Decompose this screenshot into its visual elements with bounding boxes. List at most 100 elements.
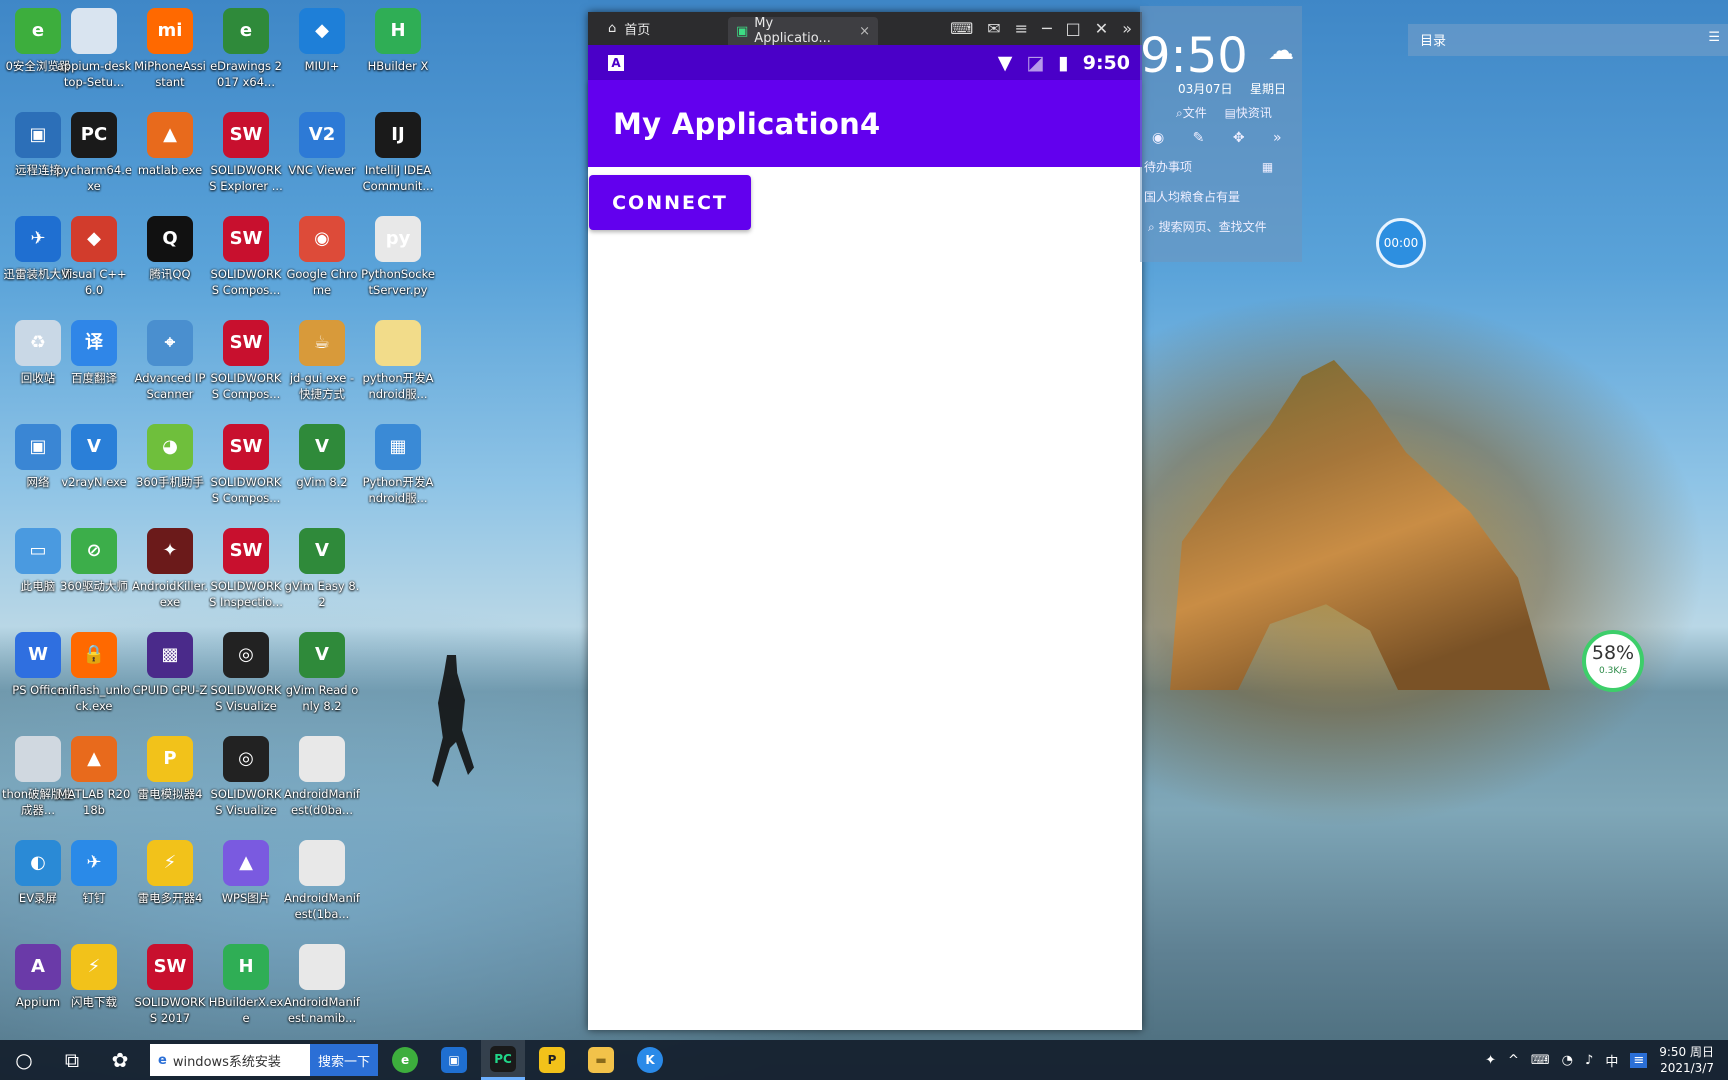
mail-icon[interactable]: ✉	[987, 19, 1000, 38]
network-icon[interactable]: ◔	[1562, 1053, 1573, 1068]
connect-button[interactable]: CONNECT	[589, 175, 751, 230]
input-method-icon[interactable]: ≡	[1630, 1052, 1648, 1068]
close-tab-icon[interactable]: ×	[859, 24, 870, 39]
edit-icon[interactable]: ✎	[1193, 130, 1205, 146]
catalog-panel[interactable]: 目录 ☰	[1408, 24, 1728, 56]
tray-clock[interactable]: 9:50 周日 2021/3/7	[1659, 1044, 1714, 1076]
desktop-icon[interactable]: H HBuilderX.exe	[208, 942, 284, 1036]
widget-search[interactable]: ⌕ 搜索网页、查找文件	[1148, 218, 1267, 235]
desktop-icon-label: Advanced IP Scanner	[134, 371, 206, 401]
language-indicator[interactable]: 中	[1605, 1051, 1618, 1070]
desktop-icon[interactable]: ◎ SOLIDWORKS Visualize ...	[208, 734, 284, 828]
desktop-icon-label: 钉钉	[82, 891, 106, 905]
desktop-icon[interactable]: SW SOLIDWORKS Compos...	[208, 422, 284, 516]
widget-news-item[interactable]: 国人均粮食占有量	[1144, 188, 1240, 205]
desktop-icon[interactable]: ◉ Google Chrome	[284, 214, 360, 308]
desktop-icon[interactable]: ◆ Visual C++ 6.0	[56, 214, 132, 308]
desktop-icon[interactable]: VgVim Easy 8.2	[284, 526, 360, 620]
taskbar-search-button[interactable]: 搜索一下	[310, 1044, 379, 1076]
desktop-icon[interactable]: AndroidManifest(1ba...	[284, 838, 360, 932]
widget-files-link[interactable]: ⌕文件 ▤快资讯	[1176, 104, 1272, 121]
desktop-icon[interactable]: VgVim Read only 8.2	[284, 630, 360, 724]
taskbar-360-browser[interactable]: e	[383, 1040, 427, 1080]
desktop-app-icon: e	[15, 8, 61, 54]
desktop-icon[interactable]: SW SOLIDWORKS Compos...	[208, 214, 284, 308]
desktop-icon[interactable]: 译百度翻译	[56, 318, 132, 412]
tab-my-application[interactable]: ▣ My Applicatio... ×	[728, 16, 878, 46]
tray-app-icon[interactable]: ✦	[1485, 1053, 1496, 1068]
desktop-icon[interactable]: ☕ jd-gui.exe - 快捷方式	[284, 318, 360, 412]
desktop-icon[interactable]: V2 VNC Viewer	[284, 110, 360, 204]
desktop-icon[interactable]: ✦ AndroidKiller.exe	[132, 526, 208, 620]
taskbar-k-app[interactable]: K	[628, 1040, 672, 1080]
desktop-icon[interactable]: ◎ SOLIDWORKS Visualize ...	[208, 630, 284, 724]
desktop-icon[interactable]: ⊘ 360驱动大师	[56, 526, 132, 620]
desktop-app-icon: 🔒	[71, 632, 117, 678]
desktop-icon-label: Python开发Android服...	[362, 475, 434, 505]
desktop-icon[interactable]: Vv2rayN.exe	[56, 422, 132, 516]
desktop-icon-label: eDrawings 2017 x64...	[210, 59, 282, 89]
desktop-icon[interactable]: ⚡ 闪电下载	[56, 942, 132, 1036]
desktop-app-icon: V	[299, 528, 345, 574]
taskbar-app-blue[interactable]: ▣	[432, 1040, 476, 1080]
desktop-icon[interactable]: ⚡ 雷电多开器4	[132, 838, 208, 932]
desktop-icon[interactable]: mi MiPhoneAssistant	[132, 6, 208, 100]
menu-icon[interactable]: ≡	[1015, 19, 1028, 38]
minimize-icon[interactable]: ─	[1042, 19, 1052, 38]
desktop-icon[interactable]: SW SOLIDWORKS Inspectio...	[208, 526, 284, 620]
desktop-icon[interactable]: P 雷电模拟器4	[132, 734, 208, 828]
taskbar-pycharm[interactable]: PC	[481, 1040, 526, 1080]
desktop-icon[interactable]: appium-desktop-Setu...	[56, 6, 132, 100]
desktop-icon[interactable]: 🔒 miflash_unlock.exe	[56, 630, 132, 724]
desktop-app-icon: ▲	[147, 112, 193, 158]
desktop-icon[interactable]: Q 腾讯QQ	[132, 214, 208, 308]
chevron-right-icon[interactable]: »	[1273, 130, 1282, 146]
expand-sidebar-icon[interactable]: »	[1122, 19, 1132, 38]
chevron-up-icon[interactable]: ^	[1508, 1053, 1519, 1068]
timer-widget[interactable]: 00:00	[1376, 218, 1426, 268]
start-search-icon[interactable]: ○	[0, 1040, 48, 1080]
volume-icon[interactable]: ♪	[1585, 1053, 1593, 1068]
desktop-icon[interactable]: ▲ MATLAB R2018b	[56, 734, 132, 828]
gamepad-icon[interactable]: ⌨	[950, 19, 973, 38]
desktop-icon-label: appium-desktop-Setu...	[56, 59, 132, 89]
desktop-icon[interactable]: SW SOLIDWORKS Compos...	[208, 318, 284, 412]
desktop-icon[interactable]: ◆ MIUI+	[284, 6, 360, 100]
close-icon[interactable]: ✕	[1095, 19, 1108, 38]
desktop-icon[interactable]: python开发Android服...	[360, 318, 436, 412]
desktop-icon[interactable]: AndroidManifest(d0ba...	[284, 734, 360, 828]
tab-home[interactable]: ⌂ 首页	[588, 12, 728, 45]
desktop-app-icon: ◎	[223, 736, 269, 782]
home-icon: ⌂	[608, 21, 617, 36]
desktop-icon[interactable]: ▩ CPUID CPU-Z	[132, 630, 208, 724]
desktop-icon[interactable]: PC pycharm64.exe	[56, 110, 132, 204]
move-icon[interactable]: ✥	[1233, 130, 1245, 146]
list-icon[interactable]: ☰	[1708, 30, 1720, 45]
desktop-icon[interactable]: SW SOLIDWORKS 2017	[132, 942, 208, 1036]
task-view-icon[interactable]: ⧉	[48, 1040, 96, 1080]
eye-icon[interactable]: ◉	[1152, 130, 1164, 146]
app-title: My Application4	[613, 106, 881, 141]
desktop-icon[interactable]: AndroidManifest.namib...	[284, 942, 360, 1036]
desktop-icon[interactable]: H HBuilder X	[360, 6, 436, 100]
taskbar-file-explorer[interactable]: ▬	[579, 1040, 623, 1080]
desktop-icon[interactable]: VgVim 8.2	[284, 422, 360, 516]
desktop-icon[interactable]: ⌖ Advanced IP Scanner	[132, 318, 208, 412]
widget-todo[interactable]: 待办事项 ▦	[1144, 158, 1273, 175]
desktop-icon[interactable]: ▲ WPS图片	[208, 838, 284, 932]
desktop-icon[interactable]: ✈ 钉钉	[56, 838, 132, 932]
desktop-icon[interactable]: ▲ matlab.exe	[132, 110, 208, 204]
desktop-icon[interactable]: e eDrawings 2017 x64...	[208, 6, 284, 100]
emulator-window: ⌂ 首页 ▣ My Applicatio... × ⌨ ✉ ≡ ─ □ ✕ » …	[588, 12, 1142, 1030]
desktop-icon[interactable]: SW SOLIDWORKS Explorer ...	[208, 110, 284, 204]
maximize-icon[interactable]: □	[1066, 19, 1081, 38]
app-launcher-icon[interactable]: ✿	[96, 1040, 144, 1080]
desktop-icon[interactable]: py PythonSocketServer.py	[360, 214, 436, 308]
taskbar-ldplayer[interactable]: P	[530, 1040, 574, 1080]
taskbar-search-input[interactable]: e windows系统安装	[150, 1044, 310, 1076]
network-speed-widget[interactable]: 58% 0.3K/s	[1582, 630, 1644, 692]
desktop-icon[interactable]: IJ IntelliJ IDEA Communit...	[360, 110, 436, 204]
ime-icon[interactable]: ⌨	[1531, 1053, 1550, 1068]
desktop-icon[interactable]: ◕ 360手机助手	[132, 422, 208, 516]
desktop-icon[interactable]: ▦ Python开发Android服...	[360, 422, 436, 516]
